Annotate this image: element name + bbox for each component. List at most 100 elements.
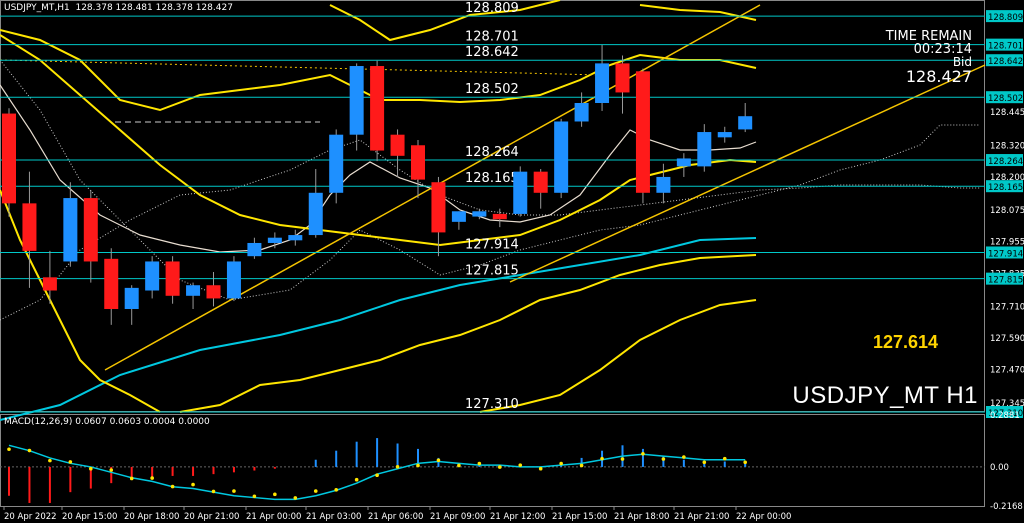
main-panel-frame — [0, 0, 985, 412]
candle-body — [308, 192, 323, 236]
macd-dot — [89, 466, 93, 471]
candle-body — [145, 261, 160, 291]
candle-body — [697, 132, 712, 167]
candle-body — [574, 103, 589, 122]
macd-dot — [313, 489, 318, 493]
price-axis: 128.809 128.701 128.642 128.502 128.445 128.3… — [986, 10, 1024, 419]
candle — [554, 118, 569, 199]
candle — [329, 129, 344, 204]
price-tick-label: 127.590 — [990, 334, 1024, 344]
price-tick-label: 128.445 — [990, 108, 1024, 118]
time-tick-label: 21 Apr 09:00 — [430, 512, 485, 522]
macd-dot — [150, 476, 154, 480]
macd-dot — [252, 494, 257, 499]
dotted-trend — [0, 59, 601, 76]
time-tick-label: 21 Apr 18:00 — [614, 512, 669, 522]
level-label: 128.642 — [465, 45, 519, 60]
candle-body — [206, 285, 221, 299]
candle — [247, 237, 262, 259]
candle — [390, 129, 405, 177]
candle-body — [738, 116, 753, 130]
time-tick-label: 21 Apr 15:00 — [552, 512, 607, 522]
price-tag-label: 128.642 — [988, 57, 1023, 67]
bb-lower-outer — [479, 299, 757, 413]
level-label: 128.701 — [465, 30, 519, 45]
candle-body — [554, 121, 569, 193]
candle — [186, 282, 201, 309]
price-tag-label: 128.701 — [988, 42, 1023, 52]
price-tag-label: 128.502 — [988, 94, 1023, 104]
candle-body — [165, 261, 180, 296]
candle — [635, 68, 650, 204]
price-tag-label: 128.809 — [988, 13, 1023, 23]
macd-dot — [273, 492, 277, 497]
macd-dot — [436, 458, 441, 463]
candle — [533, 169, 548, 209]
symbol-label: USDJPY_MT,H1 — [4, 3, 70, 13]
candle-body — [717, 132, 732, 138]
macd-dot — [334, 488, 339, 492]
candle-body — [349, 66, 364, 135]
time-tick-label: 20 Apr 18:00 — [124, 512, 179, 522]
macd-dot — [722, 456, 727, 461]
highlight-level: 127.614 — [873, 332, 939, 352]
candle — [349, 63, 364, 151]
level-label: 128.264 — [465, 145, 519, 160]
macd-tick-label: -0.2168 — [990, 502, 1023, 512]
level-label: 127.310 — [465, 397, 519, 412]
price-tick-label: 127.470 — [990, 366, 1024, 376]
level-label: 127.914 — [465, 237, 519, 252]
macd-dot — [27, 448, 32, 453]
macd-dot — [293, 496, 298, 500]
candle-body — [226, 261, 241, 299]
candle-body — [390, 134, 405, 156]
level-label: 128.165 — [465, 171, 519, 186]
symbol-watermark: USDJPY_MT H1 — [792, 382, 978, 409]
candle-body — [595, 63, 610, 103]
candle-body — [676, 158, 691, 167]
price-tick-label: 128.320 — [990, 141, 1024, 151]
bid-value: 128.427 — [905, 67, 972, 86]
macd-dot — [191, 482, 195, 487]
time-tick-label: 21 Apr 03:00 — [306, 512, 361, 522]
price-chart[interactable]: 128.809128.701128.642128.502128.264128.1… — [0, 0, 1024, 523]
symbol-header: USDJPY_MT,H1 128.378 128.481 128.378 128… — [4, 3, 233, 13]
price-tick-label: 127.955 — [990, 238, 1024, 248]
macd-panel-frame — [0, 414, 985, 507]
macd-dot — [661, 457, 666, 461]
macd-dot — [232, 489, 236, 493]
macd-dot — [538, 466, 543, 471]
candle-body — [513, 171, 528, 214]
time-axis: 20 Apr 2022 20 Apr 15:00 20 Apr 18:00 20 Ap… — [3, 506, 791, 522]
candle — [717, 126, 732, 143]
macd-dot — [416, 463, 420, 468]
candle — [145, 256, 160, 299]
cloud-lower — [0, 139, 980, 321]
macd-dot — [518, 463, 523, 467]
time-tick-label: 20 Apr 2022 — [4, 512, 57, 522]
candle — [2, 108, 16, 217]
price-tag-label: 128.264 — [988, 157, 1023, 167]
candle-layer — [2, 44, 753, 325]
candle — [267, 232, 282, 249]
candle-body — [431, 182, 446, 233]
candle — [595, 44, 610, 111]
candle-body — [186, 285, 201, 296]
macd-dot — [48, 458, 52, 463]
macd-dot — [354, 477, 359, 482]
macd-dot — [395, 464, 400, 469]
price-tag-label: 128.165 — [988, 183, 1023, 193]
macd-dot — [559, 461, 563, 466]
candle — [697, 124, 712, 172]
candle-body — [83, 198, 98, 262]
candle — [370, 60, 385, 162]
macd-dot — [457, 463, 461, 468]
time-tick-label: 20 Apr 15:00 — [62, 512, 117, 522]
time-remain-panel: TIME REMAIN 00:23:14 Bid 128.427 — [886, 30, 972, 86]
candle-body — [656, 176, 671, 193]
candle-body — [104, 258, 119, 309]
macd-dot — [702, 460, 707, 465]
candle-body — [124, 287, 139, 309]
candle — [42, 250, 57, 304]
macd-dot — [68, 460, 73, 464]
